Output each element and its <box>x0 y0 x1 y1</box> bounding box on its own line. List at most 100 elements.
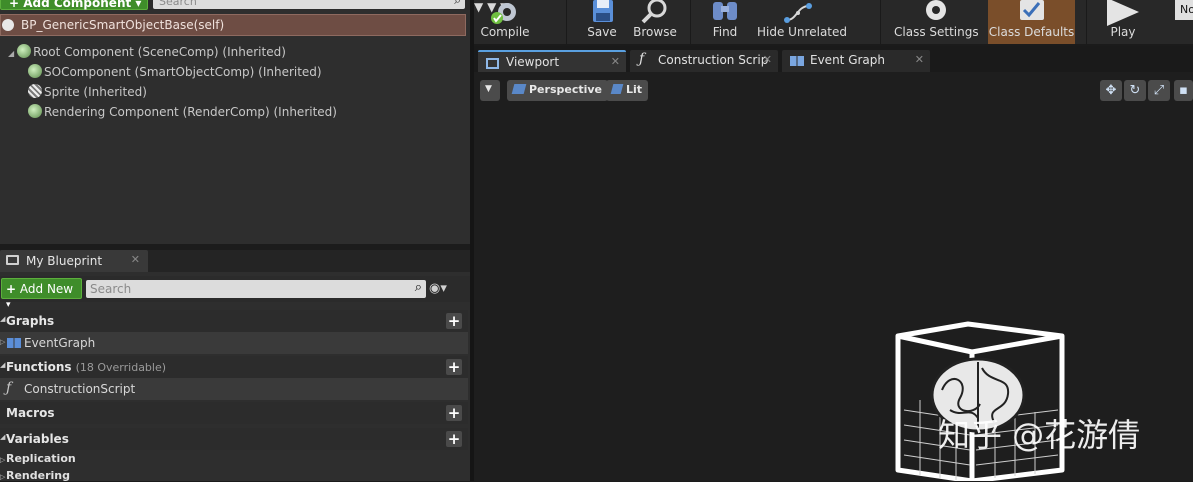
compile-button[interactable]: Compile <box>474 0 536 44</box>
play-button[interactable]: Play <box>1100 0 1146 44</box>
tree-item-rendering[interactable]: Rendering Component (RenderComp) (Inheri… <box>28 104 337 119</box>
section-variables[interactable]: ◢ Variables + <box>0 428 468 450</box>
expand-arrow-icon[interactable]: ▷ <box>0 338 5 346</box>
class-settings-gear-icon <box>926 0 946 20</box>
add-graph-button[interactable]: + <box>446 313 462 329</box>
find-button[interactable]: Find <box>705 0 745 44</box>
scale-icon[interactable]: ⤢ <box>1148 80 1170 101</box>
rotate-icon[interactable]: ↻ <box>1124 80 1146 101</box>
snap-icon[interactable]: ▪ <box>1174 80 1193 101</box>
viewport-menu-dropdown[interactable]: ▼ <box>480 80 500 101</box>
add-variable-button[interactable]: + <box>446 431 462 447</box>
search-icon: ⌕ <box>414 280 422 295</box>
collapse-arrow-icon: ◢ <box>0 315 6 323</box>
tree-item-root[interactable]: ◢ Root Component (SceneComp) (Inherited) <box>8 44 286 59</box>
search-placeholder: Search <box>90 282 132 296</box>
viewport-icon <box>486 58 499 69</box>
perspective-button[interactable]: Perspective <box>507 80 609 101</box>
debug-filter-dropdown[interactable]: No <box>1175 0 1193 20</box>
save-button[interactable]: Save <box>581 0 623 44</box>
lit-mode-button[interactable]: Lit <box>606 80 649 101</box>
expand-arrow-icon: ▷ <box>0 473 6 481</box>
find-label: Find <box>712 25 738 39</box>
section-label: Graphs <box>6 314 55 328</box>
event-graph-icon <box>790 56 804 66</box>
class-defaults-button[interactable]: Class Defaults <box>988 0 1075 44</box>
view-options-eye-icon[interactable]: ◉▾ <box>429 281 447 296</box>
tab-event-graph[interactable]: Event Graph ✕ <box>782 50 930 72</box>
class-defaults-checklist-icon <box>1019 0 1044 20</box>
section-macros[interactable]: Macros + <box>0 402 468 424</box>
category-replication[interactable]: ▷ Replication <box>0 452 468 465</box>
component-tree: ◢ Root Component (SceneComp) (Inherited) … <box>0 40 470 244</box>
play-label: Play <box>1110 25 1136 39</box>
section-functions[interactable]: ◢ Functions (18 Overridable) + <box>0 356 468 378</box>
my-blueprint-tabbar: My Blueprint ✕ <box>0 250 470 272</box>
watermark-text: 知乎 @花游倩 <box>938 416 1141 454</box>
search-placeholder: Search <box>159 0 197 8</box>
save-disk-icon <box>593 0 613 22</box>
hide-unrelated-nodes-icon <box>784 3 812 23</box>
browse-label: Browse <box>633 25 677 39</box>
expand-arrow-icon[interactable]: ◢ <box>8 49 14 58</box>
category-label: Replication <box>6 452 76 465</box>
tree-item-label: Root Component (SceneComp) (Inherited) <box>33 45 286 59</box>
item-label: ConstructionScript <box>24 382 136 396</box>
close-icon[interactable]: ✕ <box>763 53 772 66</box>
tab-viewport[interactable]: Viewport ✕ <box>478 50 626 72</box>
add-macro-button[interactable]: + <box>446 405 462 421</box>
add-component-button[interactable]: + Add Component ▾ <box>0 0 148 10</box>
book-icon <box>6 255 19 265</box>
sprite-icon <box>28 84 42 98</box>
class-settings-label: Class Settings <box>894 25 979 39</box>
collapse-arrow-icon: ◢ <box>0 361 6 369</box>
close-icon[interactable]: ✕ <box>915 53 924 66</box>
blueprint-self-row[interactable]: BP_GenericSmartObjectBase(self) <box>0 14 466 36</box>
close-icon[interactable]: ✕ <box>611 55 620 68</box>
tree-item-label: SOComponent (SmartObjectComp) (Inherited… <box>44 65 322 79</box>
class-defaults-label: Class Defaults <box>988 25 1075 39</box>
list-item-constructionscript[interactable]: ƒ ConstructionScript <box>0 378 468 400</box>
toolbar-separator <box>566 0 567 44</box>
compile-label: Compile <box>480 25 530 39</box>
list-item-eventgraph[interactable]: ▷ EventGraph <box>0 332 468 354</box>
tab-my-blueprint[interactable]: My Blueprint ✕ <box>0 250 148 272</box>
perspective-cube-icon <box>511 84 527 94</box>
blueprint-self-label: BP_GenericSmartObjectBase(self) <box>21 18 225 32</box>
function-icon: ƒ <box>639 51 645 67</box>
translate-icon[interactable]: ✥ <box>1100 80 1122 101</box>
section-label: Macros <box>6 406 55 420</box>
class-settings-button[interactable]: Class Settings <box>894 0 979 44</box>
add-function-button[interactable]: + <box>446 359 462 375</box>
tab-label: Event Graph <box>810 53 885 67</box>
tree-item-sprite[interactable]: Sprite (Inherited) <box>28 84 147 99</box>
add-new-label: Add New <box>19 282 74 296</box>
item-label: EventGraph <box>24 336 96 350</box>
left-panel: + Add Component ▾ Search ⌕ BP_GenericSma… <box>0 0 470 482</box>
close-icon[interactable]: ✕ <box>131 253 140 266</box>
browse-button[interactable]: Browse <box>631 0 679 44</box>
overridable-count: (18 Overridable) <box>75 361 167 374</box>
browse-magnifier-icon <box>641 0 667 24</box>
category-rendering[interactable]: ▷ Rendering <box>0 469 468 482</box>
smart-object-icon <box>28 64 42 78</box>
tree-item-socomponent[interactable]: SOComponent (SmartObjectComp) (Inherited… <box>28 64 322 79</box>
add-new-button[interactable]: + Add New ▾ <box>1 278 82 310</box>
components-search-input[interactable]: Search ⌕ <box>153 0 465 9</box>
section-graphs[interactable]: ◢ Graphs + <box>0 310 468 332</box>
chevron-down-icon: ▾ <box>6 300 11 310</box>
tree-item-label: Rendering Component (RenderComp) (Inheri… <box>44 105 337 119</box>
toolbar-separator <box>880 0 881 44</box>
tab-construction-script[interactable]: ƒ Construction Scrip ✕ <box>630 50 778 72</box>
my-blueprint-search-input[interactable]: Search ⌕ <box>86 280 426 298</box>
toolbar-separator <box>1086 0 1087 44</box>
plus-icon: + <box>6 282 17 296</box>
hide-unrelated-label: Hide Unrelated <box>757 25 848 39</box>
event-graph-icon <box>7 338 21 348</box>
section-label: Functions <box>6 360 72 374</box>
collapse-arrow-icon: ◢ <box>0 433 6 441</box>
smart-object-brain-cube-sprite[interactable] <box>890 320 1066 481</box>
toolbar-separator <box>690 0 691 44</box>
hide-unrelated-button[interactable]: Hide Unrelated <box>757 0 848 44</box>
lit-cube-icon <box>610 84 624 94</box>
